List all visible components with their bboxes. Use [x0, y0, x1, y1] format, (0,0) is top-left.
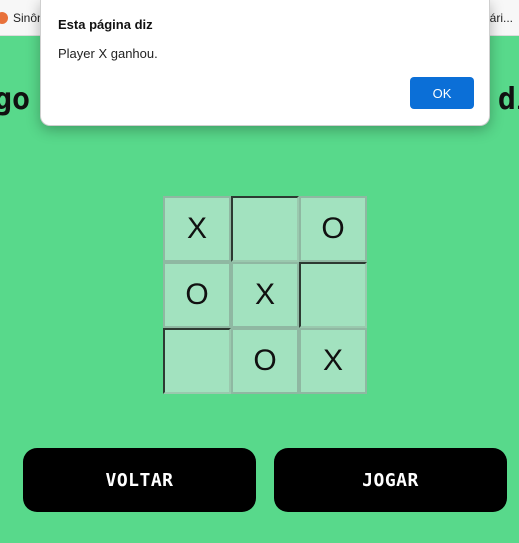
alert-dialog: Esta página diz Player X ganhou. OK	[40, 0, 490, 126]
ok-button[interactable]: OK	[410, 77, 474, 109]
board-cell[interactable]: X	[231, 262, 299, 328]
board-cell[interactable]	[163, 328, 231, 394]
board-cell[interactable]	[299, 262, 367, 328]
page-title-left: go	[0, 82, 31, 117]
play-button[interactable]: JOGAR	[274, 448, 507, 512]
board-cell[interactable]: O	[299, 196, 367, 262]
board-cell[interactable]: X	[163, 196, 231, 262]
game-board: X O O X O X	[163, 196, 367, 394]
page-title-right: di	[497, 82, 519, 117]
board-cell[interactable]: X	[299, 328, 367, 394]
back-button[interactable]: VOLTAR	[23, 448, 256, 512]
board-cell[interactable]	[231, 196, 299, 262]
dialog-message: Player X ganhou.	[58, 46, 158, 61]
bookmark-item[interactable]: Sinôn	[0, 9, 44, 27]
dialog-title: Esta página diz	[58, 17, 153, 32]
board-cell[interactable]: O	[163, 262, 231, 328]
board-cell[interactable]: O	[231, 328, 299, 394]
bookmark-favicon-icon	[0, 12, 8, 24]
